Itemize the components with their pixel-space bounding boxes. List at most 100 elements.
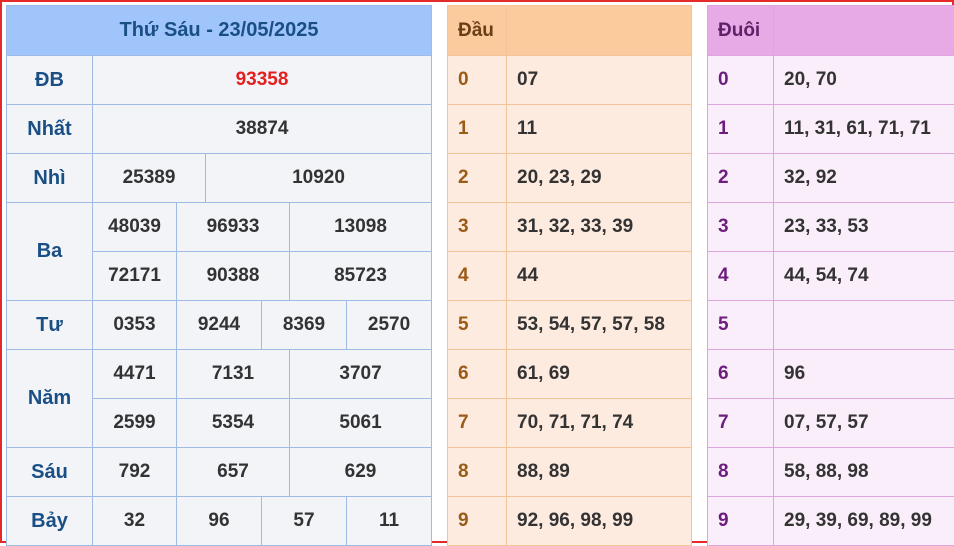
duoi-numbers: 20, 70 bbox=[774, 56, 954, 105]
dau-numbers: 70, 71, 71, 74 bbox=[507, 399, 692, 448]
duoi-row: 929, 39, 69, 89, 99 bbox=[708, 497, 954, 546]
prize-label-ba: Ba bbox=[7, 203, 93, 301]
dau-row: 444 bbox=[448, 252, 692, 301]
duoi-numbers: 32, 92 bbox=[774, 154, 954, 203]
dau-table: Đầu 007111220, 23, 29331, 32, 33, 394445… bbox=[447, 5, 692, 546]
duoi-header: Đuôi bbox=[708, 6, 774, 56]
dau-row: 331, 32, 33, 39 bbox=[448, 203, 692, 252]
prize-tu-value: 8369 bbox=[262, 301, 347, 350]
prize-bay-value: 11 bbox=[347, 497, 432, 546]
duoi-row: 020, 70 bbox=[708, 56, 954, 105]
prize-ba-value: 96933 bbox=[177, 203, 290, 252]
duoi-table: Đuôi 020, 70111, 31, 61, 71, 71232, 9232… bbox=[707, 5, 954, 546]
dau-row: 661, 69 bbox=[448, 350, 692, 399]
dau-row: 111 bbox=[448, 105, 692, 154]
dau-numbers: 44 bbox=[507, 252, 692, 301]
dau-digit: 9 bbox=[448, 497, 507, 546]
duoi-numbers: 96 bbox=[774, 350, 954, 399]
prize-ba-value: 72171 bbox=[93, 252, 177, 301]
prize-label-bay: Bảy bbox=[7, 497, 93, 546]
duoi-digit: 8 bbox=[708, 448, 774, 497]
dau-digit: 5 bbox=[448, 301, 507, 350]
prize-row-sau: Sáu 792 657 629 bbox=[7, 448, 432, 497]
duoi-row: 707, 57, 57 bbox=[708, 399, 954, 448]
dau-numbers: 11 bbox=[507, 105, 692, 154]
prize-tu-value: 2570 bbox=[347, 301, 432, 350]
prize-tu-value: 0353 bbox=[93, 301, 177, 350]
dau-header: Đầu bbox=[448, 6, 507, 56]
dau-row: 770, 71, 71, 74 bbox=[448, 399, 692, 448]
prize-nam-value: 7131 bbox=[177, 350, 290, 399]
dau-digit: 6 bbox=[448, 350, 507, 399]
prize-row-bay: Bảy 32 96 57 11 bbox=[7, 497, 432, 546]
prize-row-ba: Ba 48039 96933 13098 bbox=[7, 203, 432, 252]
duoi-digit: 6 bbox=[708, 350, 774, 399]
duoi-row: 444, 54, 74 bbox=[708, 252, 954, 301]
dau-numbers: 20, 23, 29 bbox=[507, 154, 692, 203]
duoi-header-blank bbox=[774, 6, 954, 56]
results-table: Thứ Sáu - 23/05/2025 ĐB 93358 Nhất 38874… bbox=[6, 5, 432, 546]
prize-label-nam: Năm bbox=[7, 350, 93, 448]
duoi-row: 5 bbox=[708, 301, 954, 350]
prize-nhi-value: 10920 bbox=[206, 154, 432, 203]
prize-label-nhat: Nhất bbox=[7, 105, 93, 154]
duoi-digit: 4 bbox=[708, 252, 774, 301]
dau-numbers: 31, 32, 33, 39 bbox=[507, 203, 692, 252]
dau-row: 888, 89 bbox=[448, 448, 692, 497]
prize-row-nam: Năm 4471 7131 3707 bbox=[7, 350, 432, 399]
dau-digit: 3 bbox=[448, 203, 507, 252]
duoi-row: 858, 88, 98 bbox=[708, 448, 954, 497]
dau-digit: 1 bbox=[448, 105, 507, 154]
prize-label-db: ĐB bbox=[7, 56, 93, 105]
prize-label-sau: Sáu bbox=[7, 448, 93, 497]
prize-sau-value: 792 bbox=[93, 448, 177, 497]
prize-row-nhi: Nhì 25389 10920 bbox=[7, 154, 432, 203]
dau-rows: 007111220, 23, 29331, 32, 33, 39444553, … bbox=[448, 56, 692, 546]
duoi-rows: 020, 70111, 31, 61, 71, 71232, 92323, 33… bbox=[708, 56, 954, 546]
prize-sau-value: 629 bbox=[290, 448, 432, 497]
dau-digit: 7 bbox=[448, 399, 507, 448]
prize-ba-value: 48039 bbox=[93, 203, 177, 252]
prize-bay-value: 32 bbox=[93, 497, 177, 546]
duoi-numbers: 23, 33, 53 bbox=[774, 203, 954, 252]
duoi-digit: 2 bbox=[708, 154, 774, 203]
prize-ba-value: 90388 bbox=[177, 252, 290, 301]
dau-row: 553, 54, 57, 57, 58 bbox=[448, 301, 692, 350]
duoi-row: 323, 33, 53 bbox=[708, 203, 954, 252]
duoi-numbers: 58, 88, 98 bbox=[774, 448, 954, 497]
prize-ba-value: 85723 bbox=[290, 252, 432, 301]
dau-digit: 8 bbox=[448, 448, 507, 497]
results-frame: Thứ Sáu - 23/05/2025 ĐB 93358 Nhất 38874… bbox=[0, 0, 954, 543]
dau-row: 220, 23, 29 bbox=[448, 154, 692, 203]
dau-numbers: 61, 69 bbox=[507, 350, 692, 399]
dau-digit: 0 bbox=[448, 56, 507, 105]
dau-header-blank bbox=[507, 6, 692, 56]
prize-nam-value: 4471 bbox=[93, 350, 177, 399]
dau-digit: 4 bbox=[448, 252, 507, 301]
dau-numbers: 92, 96, 98, 99 bbox=[507, 497, 692, 546]
results-title: Thứ Sáu - 23/05/2025 bbox=[7, 6, 432, 56]
duoi-digit: 7 bbox=[708, 399, 774, 448]
duoi-digit: 5 bbox=[708, 301, 774, 350]
duoi-numbers bbox=[774, 301, 954, 350]
prize-db-value: 93358 bbox=[93, 56, 432, 105]
prize-nhi-value: 25389 bbox=[93, 154, 206, 203]
prize-label-nhi: Nhì bbox=[7, 154, 93, 203]
prize-nam-value: 3707 bbox=[290, 350, 432, 399]
prize-row-nhat: Nhất 38874 bbox=[7, 105, 432, 154]
prize-nam-value: 2599 bbox=[93, 399, 177, 448]
duoi-header-row: Đuôi bbox=[708, 6, 954, 56]
duoi-digit: 9 bbox=[708, 497, 774, 546]
prize-ba-value: 13098 bbox=[290, 203, 432, 252]
duoi-digit: 3 bbox=[708, 203, 774, 252]
prize-sau-value: 657 bbox=[177, 448, 290, 497]
duoi-numbers: 07, 57, 57 bbox=[774, 399, 954, 448]
duoi-numbers: 11, 31, 61, 71, 71 bbox=[774, 105, 954, 154]
duoi-row: 232, 92 bbox=[708, 154, 954, 203]
prize-row-tu: Tư 0353 9244 8369 2570 bbox=[7, 301, 432, 350]
dau-row: 007 bbox=[448, 56, 692, 105]
prize-label-tu: Tư bbox=[7, 301, 93, 350]
dau-numbers: 07 bbox=[507, 56, 692, 105]
duoi-numbers: 29, 39, 69, 89, 99 bbox=[774, 497, 954, 546]
dau-numbers: 53, 54, 57, 57, 58 bbox=[507, 301, 692, 350]
